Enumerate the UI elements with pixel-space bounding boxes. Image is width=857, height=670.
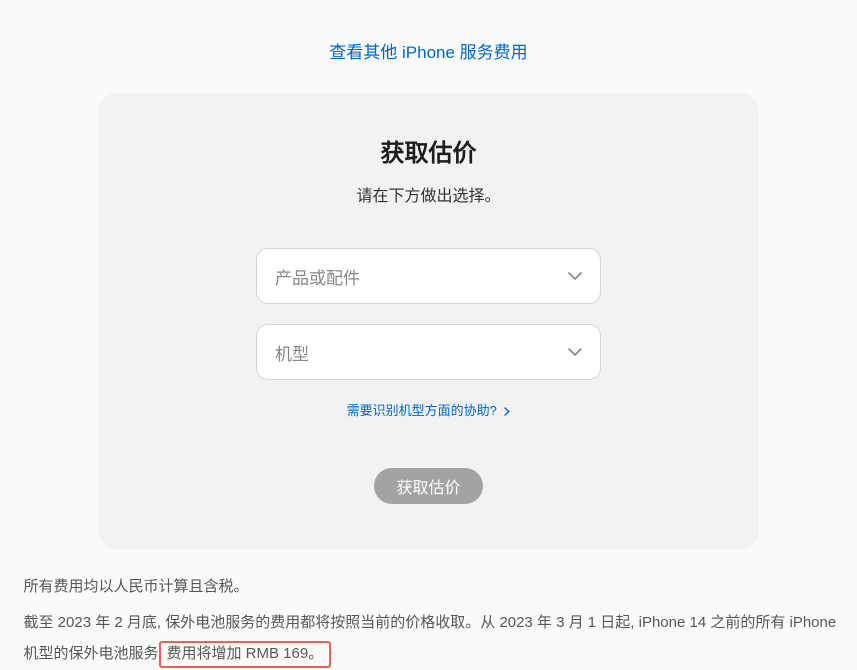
card-title: 获取估价 <box>149 133 709 168</box>
note-line-1: 所有费用均以人民币计算且含税。 <box>24 571 844 603</box>
get-estimate-button[interactable]: 获取估价 <box>374 468 482 504</box>
card-subtitle: 请在下方做出选择。 <box>149 182 709 206</box>
note-highlight: 费用将增加 RMB 169。 <box>159 641 332 668</box>
help-link-label: 需要识别机型方面的协助? <box>347 403 497 418</box>
product-select[interactable]: 产品或配件 <box>256 248 601 304</box>
model-select-placeholder: 机型 <box>275 340 309 365</box>
chevron-down-icon <box>568 272 582 280</box>
chevron-down-icon <box>568 348 582 356</box>
identify-model-help-link[interactable]: 需要识别机型方面的协助? <box>347 403 511 418</box>
note-line-2: 截至 2023 年 2 月底, 保外电池服务的费用都将按照当前的价格收取。从 2… <box>24 607 844 670</box>
note-line-2-text: 截至 2023 年 2 月底, 保外电池服务的费用都将按照当前的价格收取。从 2… <box>24 614 837 663</box>
notes-section: 所有费用均以人民币计算且含税。 截至 2023 年 2 月底, 保外电池服务的费… <box>14 571 844 670</box>
chevron-right-icon <box>504 404 510 419</box>
estimate-card: 获取估价 请在下方做出选择。 产品或配件 机型 需要识别机型方面的协助? 获取估… <box>99 93 759 549</box>
view-other-services-link[interactable]: 查看其他 iPhone 服务费用 <box>329 43 527 62</box>
model-select[interactable]: 机型 <box>256 324 601 380</box>
product-select-placeholder: 产品或配件 <box>275 264 360 289</box>
